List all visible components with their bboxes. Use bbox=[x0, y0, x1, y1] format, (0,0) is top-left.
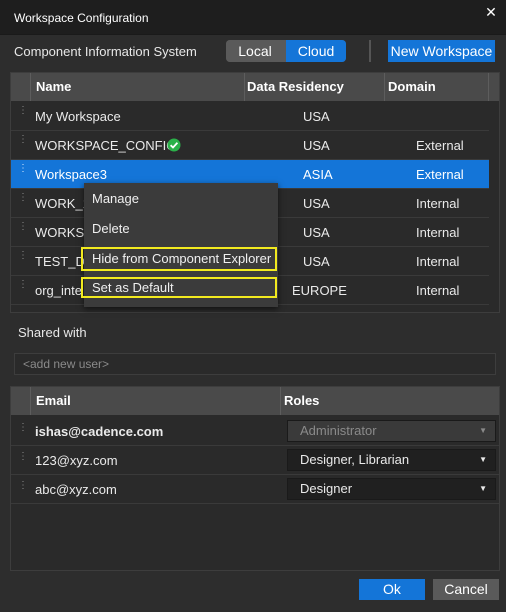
scroll-down-arrow-icon[interactable]: ▼ bbox=[499, 301, 500, 312]
menu-item-manage[interactable]: Manage bbox=[84, 187, 278, 211]
toolbar-divider bbox=[369, 40, 371, 62]
dialog-title: Workspace Configuration bbox=[14, 11, 149, 25]
local-toggle-button[interactable]: Local bbox=[226, 40, 284, 62]
cancel-button[interactable]: Cancel bbox=[433, 579, 499, 600]
chevron-down-icon: ▼ bbox=[479, 426, 487, 435]
role-dropdown-value: Designer, Librarian bbox=[300, 452, 410, 467]
workspace-name: WORKSPACE_CONFIG bbox=[35, 138, 177, 153]
role-dropdown-disabled: Administrator ▼ bbox=[287, 420, 496, 442]
ok-button[interactable]: Ok bbox=[359, 579, 425, 600]
highlight-box-set-as-default bbox=[81, 277, 277, 298]
cloud-toggle-button[interactable]: Cloud bbox=[286, 40, 346, 62]
drag-handle-icon[interactable]: ⋮ bbox=[18, 222, 28, 238]
column-header-data-residency[interactable]: Data Residency bbox=[245, 73, 385, 101]
workspace-residency: USA bbox=[303, 138, 330, 153]
drag-handle-icon[interactable]: ⋮ bbox=[18, 481, 28, 497]
drag-handle-icon[interactable]: ⋮ bbox=[18, 423, 28, 439]
local-cloud-toggle: Local Cloud bbox=[226, 40, 346, 62]
drag-handle-icon[interactable]: ⋮ bbox=[18, 280, 28, 296]
drag-handle-icon[interactable]: ⋮ bbox=[18, 193, 28, 209]
workspace-name: WORK_1 bbox=[35, 196, 90, 211]
workspace-table-scrollbar[interactable]: ▲ ▼ bbox=[499, 101, 500, 312]
workspace-domain: Internal bbox=[416, 196, 460, 211]
column-header-filler bbox=[489, 73, 499, 101]
workspace-row[interactable]: ⋮ WORKSPACE_CONFIG USA External bbox=[11, 131, 489, 160]
new-workspace-button[interactable]: New Workspace bbox=[388, 40, 495, 62]
column-header-grip bbox=[11, 387, 31, 415]
role-dropdown[interactable]: Designer ▼ bbox=[287, 478, 496, 500]
scroll-up-arrow-icon[interactable]: ▲ bbox=[499, 101, 500, 113]
drag-handle-icon[interactable]: ⋮ bbox=[18, 452, 28, 468]
column-header-name[interactable]: Name bbox=[31, 73, 245, 101]
user-row[interactable]: ⋮ 123@xyz.com Designer, Librarian ▼ bbox=[11, 446, 499, 475]
chevron-down-icon[interactable]: ▼ bbox=[479, 479, 487, 499]
workspace-residency: USA bbox=[303, 196, 330, 211]
shared-with-label: Shared with bbox=[18, 325, 87, 340]
title-bar: Workspace Configuration ✕ bbox=[0, 0, 506, 35]
column-header-email[interactable]: Email bbox=[31, 387, 281, 415]
column-header-domain[interactable]: Domain bbox=[385, 73, 489, 101]
role-dropdown-value: Administrator bbox=[300, 423, 377, 438]
drag-handle-icon[interactable]: ⋮ bbox=[18, 164, 28, 180]
close-icon[interactable]: ✕ bbox=[482, 3, 500, 21]
drag-handle-icon[interactable]: ⋮ bbox=[18, 135, 28, 151]
role-dropdown-value: Designer bbox=[300, 481, 353, 496]
check-circle-icon bbox=[167, 138, 181, 152]
workspace-domain: Internal bbox=[416, 283, 460, 298]
component-information-system-label: Component Information System bbox=[14, 44, 197, 59]
workspace-residency: USA bbox=[303, 109, 330, 124]
workspace-row[interactable]: ⋮ My Workspace USA bbox=[11, 102, 489, 131]
drag-handle-icon[interactable]: ⋮ bbox=[18, 251, 28, 267]
workspace-configuration-dialog: Workspace Configuration ✕ Component Info… bbox=[0, 0, 506, 612]
workspace-residency: EUROPE bbox=[292, 283, 347, 298]
workspace-domain: External bbox=[416, 138, 464, 153]
workspace-residency: USA bbox=[303, 225, 330, 240]
add-new-user-input[interactable]: <add new user> bbox=[14, 353, 496, 375]
user-row[interactable]: ⋮ ishas@cadence.com Administrator ▼ bbox=[11, 417, 499, 446]
workspace-domain: External bbox=[416, 167, 464, 182]
chevron-down-icon[interactable]: ▼ bbox=[479, 450, 487, 470]
user-email: ishas@cadence.com bbox=[35, 424, 164, 439]
workspace-residency: USA bbox=[303, 254, 330, 269]
role-dropdown[interactable]: Designer, Librarian ▼ bbox=[287, 449, 496, 471]
workspace-domain: Internal bbox=[416, 254, 460, 269]
workspace-name: My Workspace bbox=[35, 109, 121, 124]
user-email: abc@xyz.com bbox=[35, 482, 117, 497]
workspace-domain: Internal bbox=[416, 225, 460, 240]
column-header-grip bbox=[11, 73, 31, 101]
highlight-box-hide-from-component-explorer bbox=[81, 247, 277, 271]
column-header-roles[interactable]: Roles bbox=[281, 387, 499, 415]
user-email: 123@xyz.com bbox=[35, 453, 118, 468]
workspace-name: org_inte bbox=[35, 283, 82, 298]
menu-item-delete[interactable]: Delete bbox=[84, 217, 278, 241]
workspace-residency: ASIA bbox=[303, 167, 333, 182]
shared-users-table: Email Roles ⋮ ishas@cadence.com Administ… bbox=[10, 386, 500, 571]
workspace-context-menu: Manage Delete Hide from Component Explor… bbox=[81, 183, 278, 307]
user-row[interactable]: ⋮ abc@xyz.com Designer ▼ bbox=[11, 475, 499, 504]
drag-handle-icon[interactable]: ⋮ bbox=[18, 106, 28, 122]
